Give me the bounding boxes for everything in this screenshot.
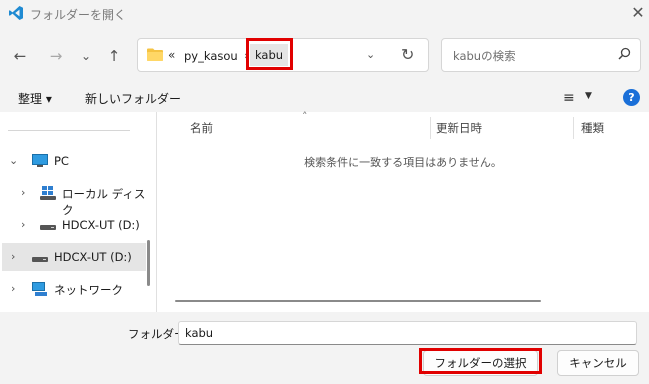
cancel-button[interactable]: キャンセル xyxy=(557,350,639,376)
nav-item-hdcx-ut-2[interactable]: › HDCX-UT (D:) xyxy=(2,243,146,271)
organize-button[interactable]: 整理 ▾ xyxy=(18,90,52,107)
chevron-down-icon[interactable]: ⌄ xyxy=(9,154,18,167)
footer: フォルダー: kabu フォルダーの選択 キャンセル xyxy=(0,312,649,384)
view-options-icon[interactable]: ≡ xyxy=(563,90,575,106)
sort-ascending-icon: ˄ xyxy=(302,110,308,123)
address-dropdown-icon[interactable]: ⌄ xyxy=(366,48,375,61)
close-icon[interactable]: ✕ xyxy=(630,3,646,22)
windows-drive-icon xyxy=(40,186,56,200)
command-bar: 整理 ▾ 新しいフォルダー ≡ ▼ ? xyxy=(0,84,649,110)
drive-icon xyxy=(40,225,56,230)
column-header-name[interactable]: 名前 xyxy=(190,120,213,136)
content-area: ⌄ PC › ローカル ディスク › HDCX-UT (D:) › HDCX-U… xyxy=(0,110,649,312)
up-button[interactable]: ↑ xyxy=(102,44,126,68)
forward-button[interactable]: → xyxy=(44,44,68,68)
highlight-box-address xyxy=(246,38,293,70)
help-icon[interactable]: ? xyxy=(623,89,640,106)
column-header-modified[interactable]: 更新日時 xyxy=(436,120,482,136)
chevron-right-icon[interactable]: › xyxy=(21,186,25,199)
title-bar: フォルダーを開く ✕ xyxy=(0,0,649,28)
arrow-up-icon: ↑ xyxy=(107,47,121,65)
nav-item-label: HDCX-UT (D:) xyxy=(54,250,132,264)
highlight-box-select xyxy=(419,348,542,374)
search-icon[interactable] xyxy=(616,46,632,62)
vscode-icon xyxy=(9,6,23,20)
nav-item-pc[interactable]: ⌄ PC xyxy=(0,147,152,175)
drive-icon xyxy=(32,257,48,262)
column-divider[interactable] xyxy=(573,117,574,139)
overflow-chevron-icon[interactable]: « xyxy=(168,48,175,62)
arrow-left-icon: ← xyxy=(13,47,27,65)
file-list[interactable]: ˄ 名前 更新日時 種類 検索条件に一致する項目はありません。 xyxy=(157,110,649,312)
nav-item-label: PC xyxy=(54,154,69,168)
nav-item-network[interactable]: › ネットワーク xyxy=(0,275,152,303)
breadcrumb-py-kasou[interactable]: py_kasou xyxy=(184,49,238,63)
folder-icon xyxy=(147,48,163,61)
chevron-right-icon[interactable]: › xyxy=(21,218,25,231)
horizontal-scrollbar[interactable] xyxy=(175,300,541,302)
arrow-right-icon: → xyxy=(49,47,63,65)
nav-item-local-disk[interactable]: › ローカル ディスク xyxy=(0,179,152,217)
refresh-icon[interactable]: ↻ xyxy=(401,45,414,64)
nav-item-label: ネットワーク xyxy=(54,283,123,297)
monitor-icon xyxy=(32,154,48,167)
recent-locations-button[interactable]: ⌄ xyxy=(74,44,98,68)
search-input[interactable]: kabuの検索 xyxy=(453,48,516,64)
view-dropdown-icon[interactable]: ▼ xyxy=(585,91,592,101)
network-icon xyxy=(32,282,47,296)
column-header-type[interactable]: 種類 xyxy=(581,120,604,136)
chevron-down-icon: ⌄ xyxy=(80,49,92,63)
chevron-right-icon[interactable]: › xyxy=(11,282,15,295)
nav-divider xyxy=(8,130,130,131)
navigation-pane[interactable]: ⌄ PC › ローカル ディスク › HDCX-UT (D:) › HDCX-U… xyxy=(0,112,152,312)
window-title: フォルダーを開く xyxy=(30,8,127,22)
back-button[interactable]: ← xyxy=(8,44,32,68)
column-divider[interactable] xyxy=(430,117,431,139)
new-folder-button[interactable]: 新しいフォルダー xyxy=(85,90,181,107)
nav-scrollbar[interactable] xyxy=(147,240,150,286)
nav-item-label: HDCX-UT (D:) xyxy=(62,218,140,232)
empty-message: 検索条件に一致する項目はありません。 xyxy=(304,156,502,169)
folder-name-field[interactable]: kabu xyxy=(178,321,637,345)
search-box[interactable]: kabuの検索 xyxy=(441,38,641,72)
nav-item-hdcx-ut-1[interactable]: › HDCX-UT (D:) xyxy=(0,211,152,239)
chevron-right-icon[interactable]: › xyxy=(11,250,15,263)
